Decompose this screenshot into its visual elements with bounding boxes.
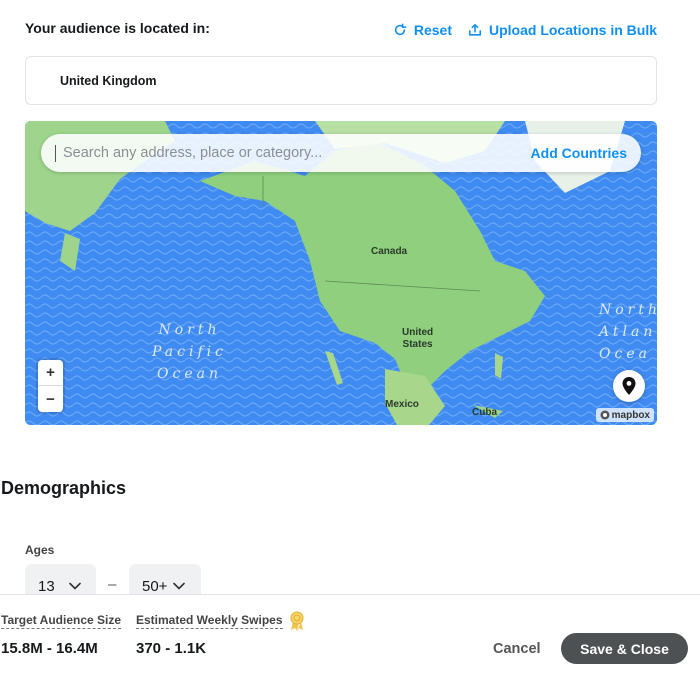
audience-size-label[interactable]: Target Audience Size: [1, 613, 122, 629]
map-pin-icon: [622, 377, 636, 395]
refresh-icon: [394, 23, 407, 36]
upload-label: Upload Locations in Bulk: [488, 22, 657, 38]
location-actions: Reset Upload Locations in Bulk: [393, 22, 657, 38]
cancel-button[interactable]: Cancel: [493, 641, 541, 657]
drop-pin-button[interactable]: [613, 370, 645, 402]
mapbox-mark-icon: [600, 410, 610, 420]
location-title: Your audience is located in:: [25, 20, 210, 36]
weekly-swipes-value: 370 - 1.1K: [136, 640, 207, 657]
chevron-down-icon: [68, 582, 81, 590]
map-label-united-states: United States: [402, 327, 434, 350]
age-min-value: 13: [38, 577, 55, 595]
location-map[interactable]: North Pacific Ocean North Atlan Ocea Can…: [25, 121, 657, 425]
audience-size-value: 15.8M - 16.4M: [1, 640, 98, 657]
map-label-canada: Canada: [371, 246, 408, 257]
mapbox-logo[interactable]: mapbox: [595, 408, 654, 422]
chevron-down-icon: [173, 582, 186, 590]
map-label-mexico: Mexico: [385, 399, 419, 410]
ages-label: Ages: [25, 543, 55, 557]
map-search-bar: Add Countries: [41, 134, 641, 172]
zoom-out-button[interactable]: −: [38, 386, 63, 412]
reset-label: Reset: [413, 22, 452, 38]
zoom-in-button[interactable]: +: [38, 360, 63, 386]
text-cursor: [55, 144, 56, 162]
save-close-button[interactable]: Save & Close: [561, 633, 688, 664]
weekly-swipes-label[interactable]: Estimated Weekly Swipes: [136, 613, 283, 629]
country-chip[interactable]: United Kingdom: [60, 74, 157, 88]
map-label-cuba: Cuba: [472, 407, 497, 418]
award-ribbon-icon: [288, 611, 306, 636]
upload-bulk-button[interactable]: Upload Locations in Bulk: [468, 22, 657, 38]
mapbox-attribution: mapbox: [611, 409, 650, 421]
ocean-label-north-atlantic: North Atlan Ocea: [599, 302, 657, 362]
upload-icon: [468, 23, 482, 36]
zoom-controls: + −: [38, 360, 63, 412]
age-separator: –: [108, 576, 117, 593]
demographics-title: Demographics: [1, 478, 127, 498]
map-search-input[interactable]: [63, 145, 531, 161]
add-countries-button[interactable]: Add Countries: [531, 145, 627, 161]
ocean-label-north-pacific: North Pacific Ocean: [152, 322, 227, 382]
age-max-value: 50+: [142, 577, 168, 595]
reset-button[interactable]: Reset: [393, 22, 452, 38]
selected-countries-box[interactable]: United Kingdom: [25, 56, 657, 105]
footer-bar: Target Audience Size 15.8M - 16.4M Estim…: [0, 594, 700, 679]
